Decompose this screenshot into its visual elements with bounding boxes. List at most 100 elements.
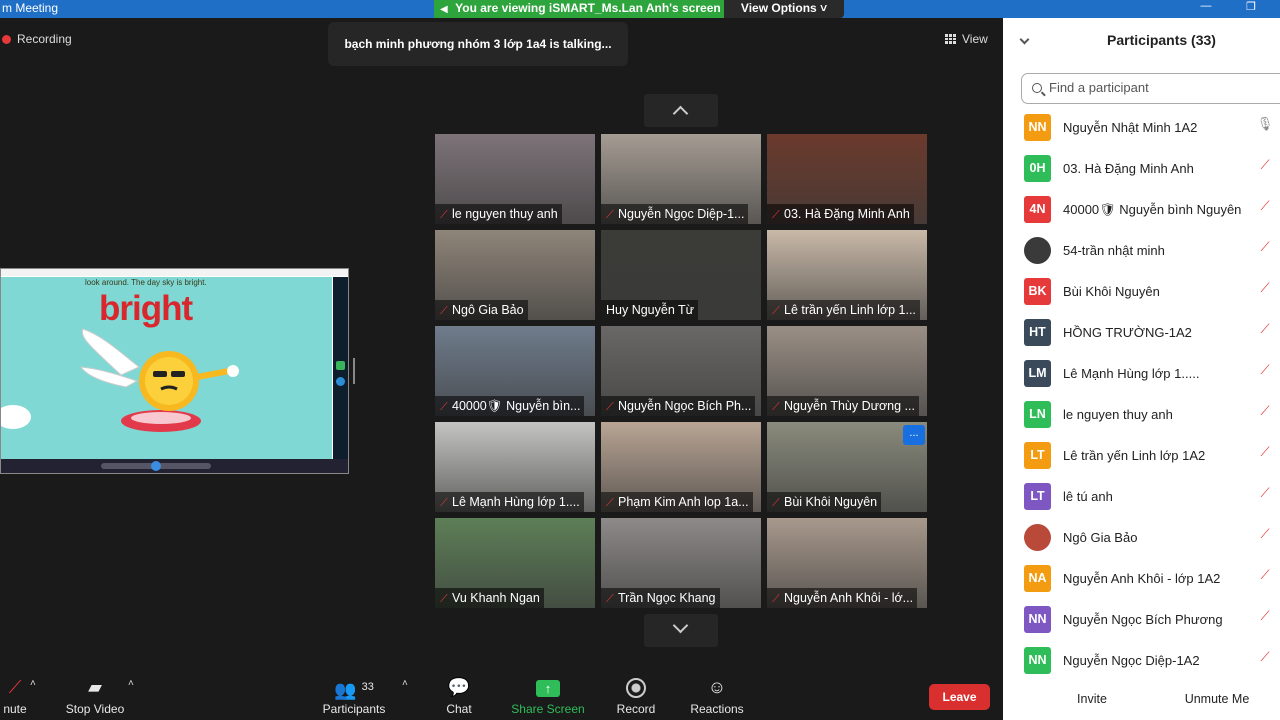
participant-row[interactable]: NN Nguyễn Nhật Minh 1A2 🎙	[1003, 108, 1280, 149]
participant-row[interactable]: NN Nguyễn Ngọc Diệp-1A2 ⟋	[1003, 641, 1280, 682]
minimize-icon[interactable]: —	[1195, 0, 1217, 16]
video-tile[interactable]: ⟋ Lê trần yến Linh lớp 1...	[767, 230, 927, 320]
mic-muted-icon[interactable]: ⟋	[1256, 280, 1274, 300]
speaker-icon: ◀	[440, 4, 448, 15]
video-tile-name: ⟋ Trần Ngọc Khang	[601, 588, 720, 608]
next-page-button[interactable]	[644, 614, 718, 647]
video-tile[interactable]: ⟋ Nguyễn Ngọc Bích Ph...	[601, 326, 761, 416]
splitter-handle[interactable]	[353, 358, 355, 384]
video-tile[interactable]: ⟋ Nguyễn Thùy Dương ...	[767, 326, 927, 416]
participant-row[interactable]: 4N 40000🛡 Nguyễn bình Nguyên ⟋	[1003, 190, 1280, 231]
shared-screen[interactable]: look around. The day sky is bright. brig…	[0, 268, 349, 474]
video-tile[interactable]: ⟋ Vu Khanh Ngan	[435, 518, 595, 608]
share-screen-button[interactable]: ↑ Share Screen	[510, 676, 586, 720]
record-button[interactable]: Record	[612, 676, 660, 720]
participant-name: 03. Hà Đặng Minh Anh	[1063, 161, 1194, 176]
mic-muted-icon: ⟋	[440, 593, 448, 605]
more-options-button[interactable]: ...	[903, 425, 925, 445]
video-tile[interactable]: ⟋ Lê Mạnh Hùng lớp 1....	[435, 422, 595, 512]
video-tile-label: 40000🛡 Nguyễn bìn...	[452, 399, 581, 413]
mic-muted-icon[interactable]: ⟋	[1256, 157, 1274, 177]
invite-button[interactable]: Invite	[1065, 686, 1119, 712]
mic-muted-icon: ⟋	[440, 209, 448, 221]
video-tile[interactable]: ⟋ 03. Hà Đặng Minh Anh	[767, 134, 927, 224]
reactions-button[interactable]: ☺ Reactions	[688, 676, 746, 720]
mic-muted-icon: ⟋	[772, 497, 780, 509]
video-tile[interactable]: ⟋ Bùi Khôi Nguyên...	[767, 422, 927, 512]
video-tile[interactable]: ⟋ le nguyen thuy anh	[435, 134, 595, 224]
participants-count: 33	[361, 681, 374, 693]
video-tile[interactable]: Huy Nguyễn Từ	[601, 230, 761, 320]
mic-muted-icon[interactable]: ⟋	[1256, 567, 1274, 587]
chevron-down-icon: ˅	[820, 1, 828, 15]
avatar	[1024, 237, 1051, 264]
leave-button[interactable]: Leave	[929, 684, 990, 710]
recording-indicator[interactable]: Recording	[2, 32, 72, 46]
mic-muted-icon[interactable]: ⟋	[1256, 649, 1274, 669]
video-tile-name: ⟋ Ngô Gia Bảo	[435, 300, 528, 320]
sun-illustration	[1, 328, 239, 432]
video-tile[interactable]: ⟋ 40000🛡 Nguyễn bìn...	[435, 326, 595, 416]
participant-row[interactable]: Ngô Gia Bảo ⟋	[1003, 518, 1280, 559]
unmute-me-button[interactable]: Unmute Me	[1175, 686, 1259, 712]
participant-row[interactable]: LT Lê trần yến Linh lớp 1A2 ⟋	[1003, 436, 1280, 477]
chevron-down-icon	[672, 617, 689, 634]
participant-name: Ngô Gia Bảo	[1063, 530, 1138, 545]
view-button[interactable]: View	[945, 32, 988, 46]
share-screen-label: Share Screen	[511, 702, 585, 716]
participant-search-input[interactable]: Find a participant	[1021, 73, 1280, 104]
mic-muted-icon: ⟋	[8, 677, 22, 697]
mic-icon[interactable]: 🎙	[1256, 116, 1274, 136]
participant-row[interactable]: LM Lê Mạnh Hùng lớp 1..... ⟋	[1003, 354, 1280, 395]
mic-muted-icon[interactable]: ⟋	[1256, 608, 1274, 628]
video-tile-name: ⟋ Lê trần yến Linh lớp 1...	[767, 300, 920, 320]
participant-row[interactable]: NN Nguyễn Ngọc Bích Phương ⟋	[1003, 600, 1280, 641]
restore-icon[interactable]: ❐	[1240, 0, 1262, 16]
participants-button[interactable]: 👥 33 Participants	[320, 676, 388, 720]
participant-row[interactable]: LN le nguyen thuy anh ⟋	[1003, 395, 1280, 436]
participant-row[interactable]: HT HỒNG TRƯỜNG-1A2 ⟋	[1003, 313, 1280, 354]
video-tile[interactable]: ⟋ Ngô Gia Bảo	[435, 230, 595, 320]
participant-row[interactable]: NA Nguyễn Anh Khôi - lớp 1A2 ⟋	[1003, 559, 1280, 600]
chat-button[interactable]: 💬 Chat	[436, 676, 482, 720]
mic-muted-icon[interactable]: ⟋	[1256, 526, 1274, 546]
mic-muted-icon[interactable]: ⟋	[1256, 362, 1274, 382]
mic-muted-icon[interactable]: ⟋	[1256, 321, 1274, 341]
media-controls[interactable]	[1, 459, 348, 473]
video-tile[interactable]: ⟋ Trần Ngọc Khang	[601, 518, 761, 608]
search-icon	[1032, 83, 1042, 93]
avatar: LT	[1024, 483, 1051, 510]
video-tile[interactable]: ⟋ Phạm Kim Anh lop 1a...	[601, 422, 761, 512]
participant-name: Lê trần yến Linh lớp 1A2	[1063, 448, 1206, 463]
smiley-icon: ☺	[707, 677, 727, 697]
video-tile-name: ⟋ Nguyễn Ngọc Diệp-1...	[601, 204, 749, 224]
settings-icon[interactable]	[336, 377, 345, 386]
avatar: NA	[1024, 565, 1051, 592]
mic-muted-icon[interactable]: ⟋	[1256, 198, 1274, 218]
video-options-caret-icon[interactable]: ˄	[128, 678, 134, 689]
mic-muted-icon[interactable]: ⟋	[1256, 444, 1274, 464]
video-tile-label: Lê Mạnh Hùng lớp 1....	[452, 495, 580, 509]
participant-row[interactable]: 54-trần nhật minh ⟋	[1003, 231, 1280, 272]
previous-page-button[interactable]	[644, 94, 718, 127]
video-tile[interactable]: ⟋ Nguyễn Ngọc Diệp-1...	[601, 134, 761, 224]
view-options-button[interactable]: View Options ˅	[724, 0, 844, 18]
record-dot-icon	[2, 35, 11, 44]
participant-row[interactable]: LT lê tú anh ⟋	[1003, 477, 1280, 518]
stop-video-button[interactable]: ▰ Stop Video	[62, 676, 128, 720]
participants-caret-icon[interactable]: ˄	[402, 678, 408, 689]
video-tile[interactable]: ⟋ Nguyễn Anh Khôi - lớ...	[767, 518, 927, 608]
participant-row[interactable]: BK Bùi Khôi Nguyên ⟋	[1003, 272, 1280, 313]
chat-label: Chat	[446, 702, 472, 716]
title-bar: m Meeting ◀ You are viewing iSMART_Ms.La…	[0, 0, 1280, 18]
meeting-toolbar: ⟋ nute ˄ ▰ Stop Video ˄ 👥 33 Participant…	[0, 670, 1003, 720]
unmute-button[interactable]: ⟋ nute	[0, 676, 30, 720]
participants-icon-wrap: 👥 33	[320, 676, 388, 700]
home-icon[interactable]	[336, 361, 345, 370]
audio-options-caret-icon[interactable]: ˄	[30, 678, 36, 689]
mic-muted-icon[interactable]: ⟋	[1256, 403, 1274, 423]
participant-row[interactable]: 0H 03. Hà Đặng Minh Anh ⟋	[1003, 149, 1280, 190]
play-icon[interactable]	[151, 461, 161, 471]
mic-muted-icon[interactable]: ⟋	[1256, 239, 1274, 259]
mic-muted-icon[interactable]: ⟋	[1256, 485, 1274, 505]
